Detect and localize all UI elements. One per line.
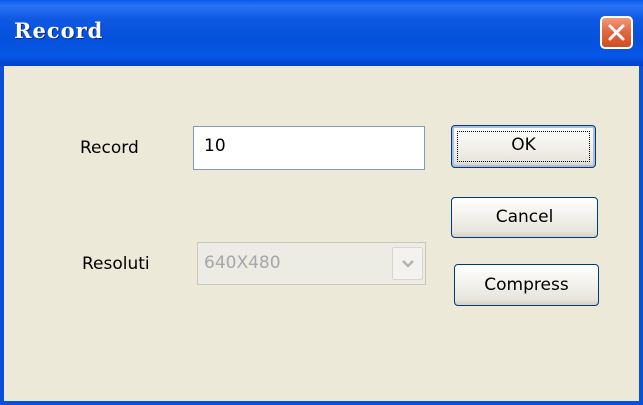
record-input-value: 10 (204, 136, 226, 156)
record-dialog: Record Record 10 Resoluti 640X480 OK Can… (0, 0, 643, 405)
cancel-button[interactable]: Cancel (451, 197, 598, 238)
resolution-select-value: 640X480 (204, 253, 281, 273)
focus-rect (457, 131, 590, 162)
resolution-dropdown-button[interactable] (392, 247, 423, 280)
chevron-down-icon (402, 260, 414, 268)
window-title: Record (14, 18, 104, 43)
close-button[interactable] (600, 16, 633, 49)
resolution-label: Resoluti (82, 254, 150, 274)
compress-button-label: Compress (484, 275, 569, 295)
record-input[interactable]: 10 (193, 126, 425, 170)
ok-button[interactable]: OK (451, 125, 596, 168)
dialog-body: Record 10 Resoluti 640X480 OK Cancel Com… (4, 66, 639, 401)
record-label: Record (80, 138, 139, 158)
compress-button[interactable]: Compress (454, 264, 599, 306)
close-icon (608, 24, 625, 41)
title-bar[interactable]: Record (0, 0, 643, 66)
cancel-button-label: Cancel (495, 207, 554, 227)
resolution-select[interactable]: 640X480 (197, 242, 426, 285)
